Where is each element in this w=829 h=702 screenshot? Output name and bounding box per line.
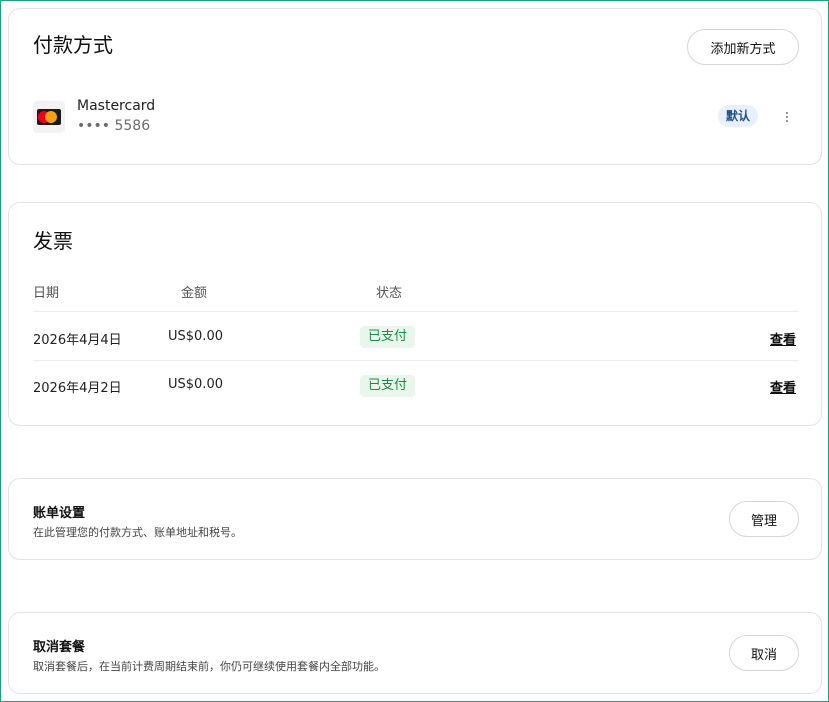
billing-settings-description: 在此管理您的付款方式、账单地址和税号。 — [33, 526, 242, 539]
invoice-date: 2026年4月2日 — [33, 381, 122, 396]
invoice-amount: US$0.00 — [168, 377, 223, 392]
add-payment-method-button[interactable]: 添加新方式 — [687, 29, 799, 65]
cancel-plan-description: 取消套餐后，在当前计费周期结束前，你仍可继续使用套餐内全部功能。 — [33, 660, 385, 673]
payment-method-card: 付款方式 添加新方式 Mastercard •••• 5586 默认 — [8, 8, 822, 165]
invoices-title: 发票 — [33, 229, 73, 253]
invoice-amount: US$0.00 — [168, 329, 223, 344]
invoice-date: 2026年4月4日 — [33, 333, 122, 348]
cancel-plan-card: 取消套餐 取消套餐后，在当前计费周期结束前，你仍可继续使用套餐内全部功能。 取消 — [8, 612, 822, 694]
cancel-plan-title: 取消套餐 — [33, 640, 86, 655]
view-invoice-link[interactable]: 查看 — [770, 329, 796, 348]
payment-method-title: 付款方式 — [33, 33, 113, 57]
column-header-amount: 金额 — [181, 286, 208, 301]
status-badge: 已支付 — [360, 326, 416, 348]
mastercard-icon — [33, 101, 65, 133]
card-brand: Mastercard — [77, 98, 156, 114]
mastercard-orange-circle — [45, 111, 57, 123]
divider — [33, 360, 799, 361]
column-header-date: 日期 — [33, 286, 60, 301]
view-invoice-link[interactable]: 查看 — [770, 377, 796, 396]
column-header-status: 状态 — [376, 286, 403, 301]
status-badge: 已支付 — [360, 375, 416, 397]
billing-settings-title: 账单设置 — [33, 506, 86, 521]
cancel-button[interactable]: 取消 — [729, 635, 799, 671]
default-badge: 默认 — [718, 105, 759, 127]
invoices-card: 发票 日期 金额 状态 2026年4月4日 US$0.00 已支付 查看 202… — [8, 202, 822, 426]
card-last4: •••• 5586 — [77, 118, 151, 134]
manage-button[interactable]: 管理 — [729, 501, 799, 537]
more-options-icon[interactable] — [781, 107, 793, 127]
billing-settings-card: 账单设置 在此管理您的付款方式、账单地址和税号。 管理 — [8, 478, 822, 560]
divider — [33, 311, 799, 312]
